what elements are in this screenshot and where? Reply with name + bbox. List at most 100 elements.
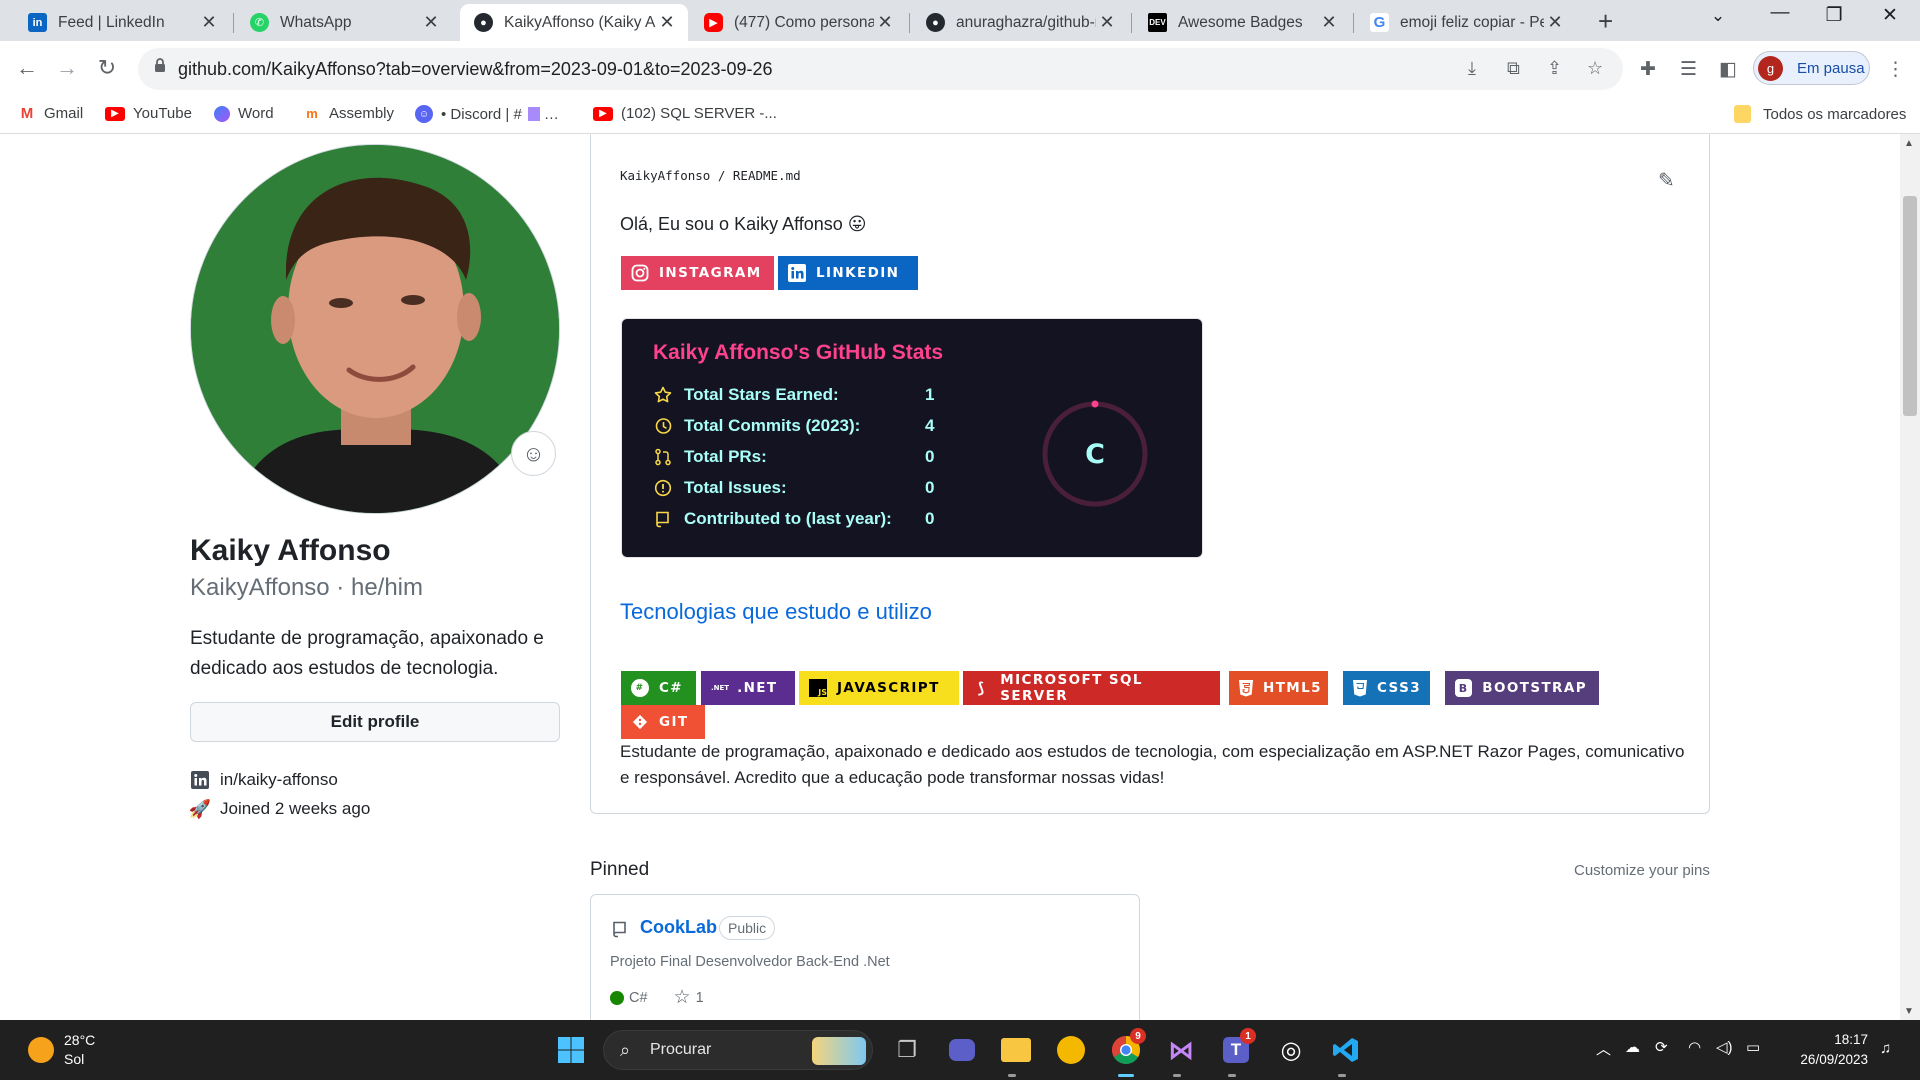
menu-icon[interactable]: ⋮ (1886, 58, 1905, 81)
avatar: g (1758, 55, 1783, 81)
back-icon[interactable]: ← (13, 55, 41, 81)
new-tab-icon[interactable]: + (1598, 6, 1613, 37)
whatsapp-icon: ✆ (250, 13, 269, 32)
weather-temperature[interactable]: 28°C (64, 1032, 95, 1048)
dotnet-icon: .NET (711, 684, 730, 692)
page-scrollbar[interactable]: ▲ ▼ (1900, 134, 1920, 1020)
scroll-down-icon[interactable]: ▼ (1904, 1006, 1914, 1017)
scrollbar-thumb[interactable] (1903, 196, 1917, 416)
instagram-icon (631, 264, 649, 282)
repo-stars[interactable]: 1 (696, 990, 704, 1006)
close-tab-icon[interactable]: ✕ (198, 12, 220, 33)
star-icon (653, 385, 673, 405)
tab-separator (1353, 13, 1354, 33)
youtube-icon: ▶ (593, 106, 613, 121)
search-placeholder: Procurar (650, 1041, 712, 1058)
tab-linkedin[interactable]: in Feed | LinkedIn ✕ (14, 4, 230, 41)
bookmark-star-icon[interactable]: ☆ (1587, 58, 1603, 79)
battery-icon[interactable]: ▭ (1746, 1038, 1760, 1056)
bookmark-label: YouTube (133, 105, 192, 122)
tab-awesome-badges[interactable]: DEV Awesome Badges ✕ (1134, 4, 1350, 41)
windows-start-icon[interactable] (553, 1032, 589, 1068)
all-bookmarks[interactable]: Todos os marcadores (1734, 105, 1906, 123)
system-clock[interactable]: 18:17 26/09/2023 (1788, 1030, 1868, 1070)
pull-request-icon (653, 447, 673, 467)
chrome-icon[interactable]: 9 (1108, 1028, 1146, 1068)
close-tab-icon[interactable]: ✕ (1096, 12, 1118, 33)
bookmark-gmail[interactable]: M Gmail (18, 105, 83, 122)
extensions-icon[interactable]: ✚ (1640, 58, 1656, 81)
teams-icon[interactable]: T 1 (1218, 1028, 1256, 1068)
clock-time: 18:17 (1834, 1032, 1868, 1047)
tab-github-profile[interactable]: ● KaikyAffonso (Kaiky A ✕ (460, 4, 688, 41)
close-tab-icon[interactable]: ✕ (874, 12, 896, 33)
address-bar[interactable]: github.com/KaikyAffonso?tab=overview&fro… (138, 48, 1623, 90)
bookmark-sql-server[interactable]: ▶ (102) SQL SERVER -... (593, 105, 777, 122)
bookmark-youtube[interactable]: ▶ YouTube (105, 105, 192, 122)
readme-owner[interactable]: KaikyAffonso (620, 168, 710, 183)
scroll-up-icon[interactable]: ▲ (1904, 138, 1914, 149)
vscode-icon[interactable] (1328, 1032, 1364, 1068)
profile-button[interactable]: g Em pausa (1753, 51, 1870, 85)
minimize-icon[interactable]: — (1758, 2, 1802, 24)
notifications-bell-icon[interactable]: ♫ (1880, 1040, 1891, 1057)
pinned-repo-name[interactable]: CookLab (640, 917, 717, 938)
weather-condition[interactable]: Sol (64, 1051, 84, 1067)
app-ring-icon[interactable]: ◎ (1273, 1032, 1309, 1068)
windows-taskbar: 28°C Sol ⌕ Procurar ❐ 9 ⋈ T 1 ◎ ︿ ☁ ⟳ ◠ … (0, 1020, 1920, 1080)
install-app-icon[interactable]: ⤓ (1468, 58, 1476, 79)
sync-icon[interactable]: ⟳ (1655, 1038, 1668, 1056)
norton-icon[interactable] (1053, 1032, 1089, 1068)
smiley-icon: ☺ (522, 440, 545, 466)
tab-github-readme-stats[interactable]: ● anuraghazra/github-r ✕ (912, 4, 1128, 41)
task-view-icon[interactable]: ❐ (889, 1032, 925, 1068)
instagram-badge[interactable]: INSTAGRAM (621, 256, 774, 290)
assembly-icon: m (303, 106, 321, 121)
reading-list-icon[interactable]: ☰ (1680, 58, 1697, 81)
close-window-icon[interactable]: ✕ (1868, 4, 1912, 27)
taskbar-search[interactable]: ⌕ Procurar (603, 1030, 873, 1070)
stat-value: 0 (925, 447, 935, 466)
css3-badge: CSS3 (1343, 671, 1430, 705)
stat-value: 4 (925, 416, 935, 435)
stat-value: 0 (925, 509, 935, 528)
linkedin-badge[interactable]: LINKEDIN (778, 256, 918, 290)
linkedin-handle: in/kaiky-affonso (220, 770, 338, 789)
profile-linkedin[interactable]: in/kaiky-affonso (190, 770, 338, 790)
customize-pins-link[interactable]: Customize your pins (1574, 862, 1710, 879)
wifi-icon[interactable]: ◠ (1688, 1038, 1701, 1056)
badge-label: .NET (737, 680, 778, 696)
visual-studio-icon[interactable]: ⋈ (1163, 1032, 1199, 1068)
edit-profile-button[interactable]: Edit profile (190, 702, 560, 742)
close-tab-icon[interactable]: ✕ (1318, 12, 1340, 33)
bookmark-discord[interactable]: ☺ • Discord | # … (415, 105, 559, 123)
forward-icon[interactable]: → (53, 55, 81, 81)
tab-youtube[interactable]: ▶ (477) Como personali ✕ (690, 4, 906, 41)
file-explorer-icon[interactable] (998, 1032, 1034, 1068)
rank-circle: C (1042, 400, 1148, 507)
badge-label: MICROSOFT SQL SERVER (1000, 672, 1143, 704)
bookmark-word[interactable]: Word (214, 105, 274, 122)
side-panel-icon[interactable]: ◧ (1719, 58, 1737, 81)
profile-avatar[interactable] (190, 144, 560, 514)
close-tab-icon[interactable]: ✕ (656, 12, 678, 33)
set-status-button[interactable]: ☺ (511, 431, 556, 476)
close-tab-icon[interactable]: ✕ (420, 12, 442, 33)
close-tab-icon[interactable]: ✕ (1544, 12, 1566, 33)
share-icon[interactable]: ⇪ (1547, 58, 1562, 79)
translate-icon[interactable]: ⧉ (1507, 58, 1520, 79)
chevron-up-icon[interactable]: ︿ (1596, 1038, 1611, 1059)
tab-google-search[interactable]: G emoji feliz copiar - Pe ✕ (1356, 4, 1576, 41)
reload-icon[interactable]: ↻ (93, 55, 121, 81)
meet-icon[interactable] (944, 1032, 980, 1068)
edit-readme-pencil-icon[interactable]: ✎ (1658, 168, 1675, 193)
tab-whatsapp[interactable]: ✆ WhatsApp ✕ (236, 4, 452, 41)
sun-icon[interactable] (28, 1037, 54, 1063)
volume-icon[interactable]: ◁) (1716, 1038, 1733, 1056)
bookmark-assembly[interactable]: m Assembly (303, 105, 394, 122)
onedrive-icon[interactable]: ☁ (1625, 1038, 1640, 1056)
restore-icon[interactable]: ❐ (1812, 4, 1856, 27)
stat-row-issues: Total Issues: 0 (653, 478, 934, 498)
tab-search-chevron-icon[interactable]: ⌄ (1696, 6, 1740, 26)
github-icon: ● (474, 13, 493, 32)
